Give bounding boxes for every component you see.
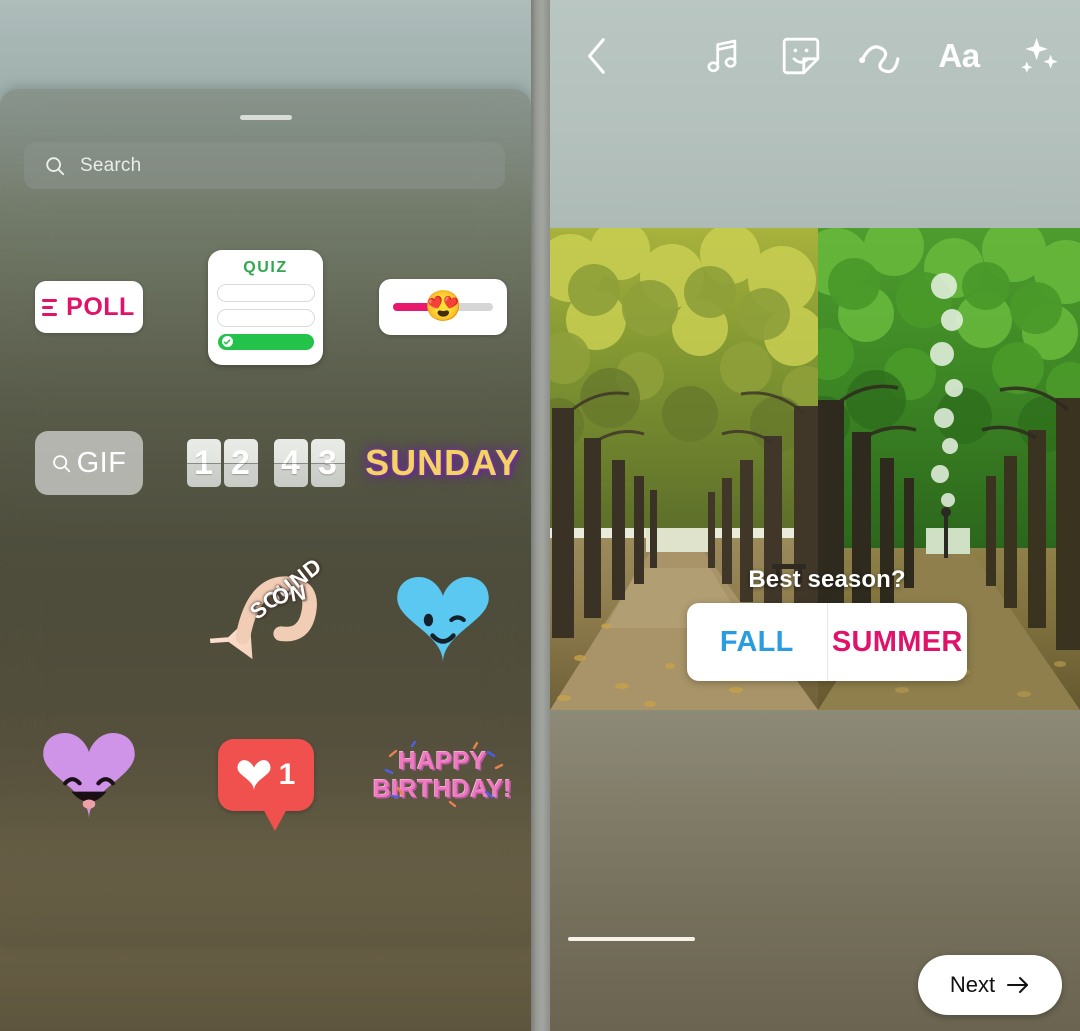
quiz-sticker-thumb[interactable]: QUIZ — [208, 249, 323, 365]
gif-sticker-thumb[interactable]: GIF — [34, 431, 143, 495]
home-indicator — [568, 937, 695, 941]
clock-digit: 2 — [223, 439, 258, 487]
purple-heart-smile-sticker-thumb[interactable] — [34, 727, 144, 823]
poll-question: Best season? — [748, 566, 906, 593]
like-count: 1 — [278, 758, 296, 791]
sfd-line: DAY — [53, 641, 124, 679]
sticker-row: POLL QUIZ 😍 — [0, 229, 531, 385]
purple-heart-icon — [42, 733, 135, 819]
clock-sticker-thumb[interactable]: 1 2 4 3 — [186, 439, 345, 487]
clock-hours: 1 2 — [186, 439, 258, 487]
sticker-cell-happy-birthday[interactable]: HAPPY BIRTHDAY! — [354, 740, 531, 810]
emoji-slider-sticker-thumb[interactable]: 😍 — [378, 279, 507, 335]
search-input[interactable]: Search — [24, 142, 505, 189]
quiz-option-blank — [216, 308, 315, 327]
quiz-option-correct — [217, 333, 314, 350]
search-placeholder: Search — [80, 154, 142, 176]
screen: Search POLL QUIZ 😍 GIF 1 2 4 3 SUNDAY SU… — [0, 0, 1080, 1031]
sticker-tray-sheet[interactable]: Search POLL QUIZ 😍 GIF 1 2 4 3 SUNDAY SU… — [0, 89, 531, 946]
clock-minutes: 4 3 — [273, 439, 345, 487]
slider-track: 😍 — [392, 292, 493, 322]
story-editor-right: Aa Best season? FALL SUMMER Next — [550, 0, 1080, 1031]
music-note-icon[interactable] — [700, 34, 744, 78]
sparkles-icon[interactable] — [1016, 34, 1060, 78]
phone-divider — [531, 0, 550, 1031]
happy-birthday-sticker-thumb[interactable]: HAPPY BIRTHDAY! — [373, 740, 512, 810]
blue-heart-wink-sticker-thumb[interactable] — [388, 571, 498, 667]
search-icon — [51, 453, 72, 474]
sticker-cell-purple-heart[interactable] — [0, 727, 177, 823]
sticker-cell-gif[interactable]: GIF — [0, 431, 177, 495]
sunday-text-sticker-thumb[interactable]: SUNDAY — [365, 442, 520, 484]
clock-digit: 3 — [310, 439, 345, 487]
slider-emoji-icon: 😍 — [424, 290, 462, 323]
editor-toolbar-icons: Aa — [700, 30, 1060, 82]
hb-line: HAPPY — [398, 746, 487, 775]
search-icon — [44, 155, 66, 177]
sticker-cell-like-bubble[interactable]: 1 — [177, 739, 354, 831]
sound-on-sticker-thumb[interactable]: SOUND ON — [206, 553, 326, 674]
text-aa-label: Aa — [938, 37, 980, 74]
sunday-fun-day-sticker-thumb[interactable]: SUN DAY FUN DAY — [52, 561, 125, 679]
like-bubble-sticker-thumb[interactable]: 1 — [217, 739, 314, 831]
gif-sticker-label: GIF — [76, 446, 127, 479]
sticker-row: SUN DAY FUN DAY SOUND ON — [0, 541, 531, 697]
arrow-right-icon — [1006, 975, 1030, 995]
poll-sticker-overlay[interactable]: Best season? FALL SUMMER — [682, 566, 972, 681]
sticker-row: 1 HAPPY BIRTHDAY! — [0, 697, 531, 853]
next-button-label: Next — [949, 972, 996, 997]
clock-digit: 1 — [186, 439, 221, 487]
quiz-sticker-label: QUIZ — [243, 258, 288, 276]
back-chevron-icon[interactable] — [582, 34, 612, 78]
check-icon — [221, 336, 233, 347]
poll-option-fall[interactable]: FALL — [687, 603, 827, 681]
sticker-cell-emoji-slider[interactable]: 😍 — [354, 279, 531, 335]
next-button[interactable]: Next — [918, 955, 1062, 1015]
story-canvas-left: Search POLL QUIZ 😍 GIF 1 2 4 3 SUNDAY SU… — [0, 0, 531, 1031]
poll-options: FALL SUMMER — [687, 603, 967, 681]
poll-option-summer[interactable]: SUMMER — [826, 603, 968, 681]
blue-heart-icon — [396, 577, 489, 663]
sticker-cell-sunday-fun-day[interactable]: SUN DAY FUN DAY — [0, 561, 177, 679]
poll-sticker-label: POLL — [66, 292, 135, 321]
sticker-cell-blue-heart[interactable] — [354, 571, 531, 667]
editor-toolbar: Aa — [550, 0, 1080, 110]
sticker-cell-quiz[interactable]: QUIZ — [177, 249, 354, 365]
quiz-option-blank — [216, 283, 315, 302]
sticker-cell-poll[interactable]: POLL — [0, 281, 177, 333]
heart-icon — [237, 759, 271, 790]
sticker-smiley-icon[interactable] — [779, 34, 823, 78]
poll-bars-icon — [42, 298, 59, 316]
sticker-row: GIF 1 2 4 3 SUNDAY — [0, 385, 531, 541]
hb-line: BIRTHDAY! — [372, 774, 513, 803]
sticker-grid: POLL QUIZ 😍 GIF 1 2 4 3 SUNDAY SUN DAY F… — [0, 229, 531, 853]
sticker-cell-clock[interactable]: 1 2 4 3 — [177, 439, 354, 487]
clock-digit: 4 — [273, 439, 308, 487]
poll-sticker-thumb[interactable]: POLL — [34, 281, 143, 333]
drag-handle[interactable] — [239, 115, 292, 120]
sticker-cell-sound-on[interactable]: SOUND ON — [177, 553, 354, 674]
draw-squiggle-icon[interactable] — [858, 34, 902, 78]
text-aa-icon[interactable]: Aa — [937, 34, 981, 78]
sticker-cell-sunday[interactable]: SUNDAY — [354, 442, 531, 484]
